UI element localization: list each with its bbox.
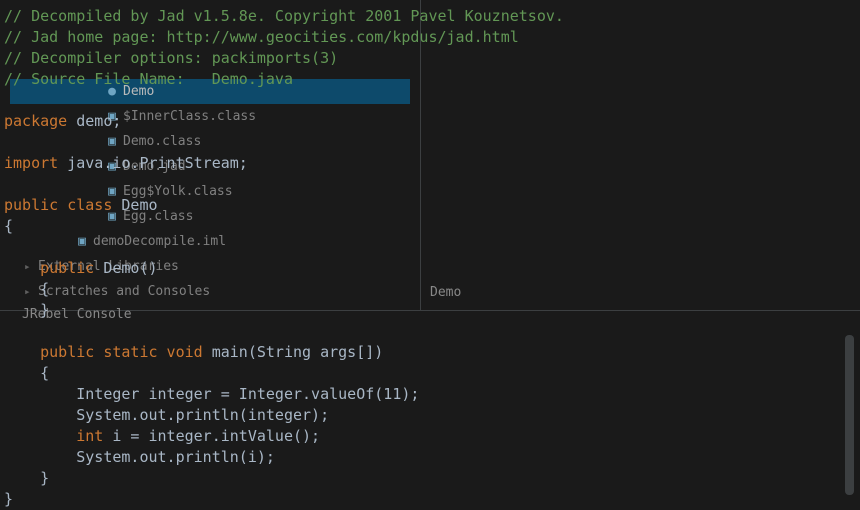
code-editor[interactable]: // Decompiled by Jad v1.5.8e. Copyright …	[0, 0, 860, 510]
keyword: public static void	[4, 343, 203, 361]
brace: {	[4, 364, 49, 382]
code-text	[4, 427, 76, 445]
keyword: public	[4, 259, 94, 277]
keyword: package	[4, 112, 67, 130]
keyword: public class	[4, 196, 112, 214]
brace: }	[4, 469, 49, 487]
comment-line: // Source File Name: Demo.java	[4, 70, 293, 88]
brace: {	[4, 217, 13, 235]
code-text: i = integer.intValue();	[103, 427, 320, 445]
source-code[interactable]: // Decompiled by Jad v1.5.8e. Copyright …	[4, 6, 860, 510]
keyword: import	[4, 154, 58, 172]
code-text: System.out.println(i);	[4, 448, 275, 466]
code-text: System.out.println(integer);	[4, 406, 329, 424]
code-text: Demo	[112, 196, 157, 214]
comment-line: // Jad home page: http://www.geocities.c…	[4, 28, 519, 46]
comment-line: // Decompiler options: packimports(3)	[4, 49, 347, 67]
vertical-scrollbar[interactable]	[845, 335, 854, 495]
code-text: Integer integer = Integer.valueOf(11);	[4, 385, 419, 403]
comment-line: // Decompiled by Jad v1.5.8e. Copyright …	[4, 7, 564, 25]
code-text: demo;	[67, 112, 121, 130]
code-text: main(String args[])	[203, 343, 384, 361]
code-text: java.io.PrintStream;	[58, 154, 248, 172]
brace: }	[4, 301, 49, 319]
brace: }	[4, 490, 13, 508]
keyword: int	[76, 427, 103, 445]
code-text: Demo()	[94, 259, 157, 277]
brace: {	[4, 280, 49, 298]
